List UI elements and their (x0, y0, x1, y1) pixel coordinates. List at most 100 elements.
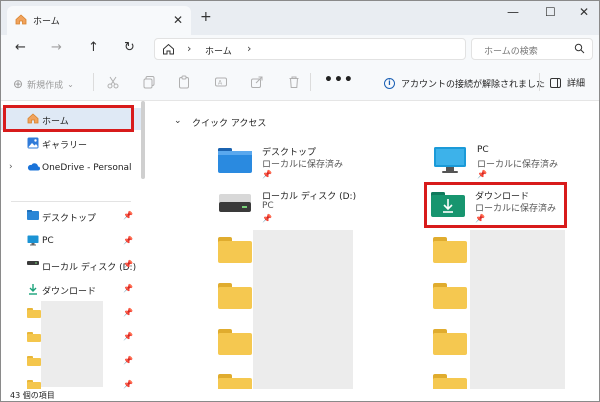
highlight-box (424, 182, 567, 228)
sidebar-item-label: デスクトップ (42, 214, 97, 224)
pin-icon: 📌 (477, 170, 487, 179)
address-bar[interactable]: › ホーム › (154, 38, 466, 60)
folder-icon[interactable] (433, 283, 467, 309)
pin-icon[interactable]: 📌 (123, 260, 133, 269)
sidebar-item-label: OneDrive - Personal (42, 163, 132, 173)
command-bar: ⊕ 新規作成 ⌄ A ••• i アカウントの接続が解除されました 詳細 (1, 63, 599, 101)
section-title[interactable]: クイック アクセス (192, 116, 266, 129)
pin-icon[interactable]: 📌 (123, 284, 133, 293)
breadcrumb-separator[interactable]: › (247, 42, 251, 55)
item-status: ローカルに保存済み (477, 160, 559, 170)
sidebar-item-desktop[interactable]: デスクトップ 📌 (1, 205, 141, 227)
sidebar-item-onedrive[interactable]: › OneDrive - Personal (1, 157, 141, 179)
paste-icon[interactable] (177, 75, 191, 89)
breadcrumb-separator[interactable]: › (187, 42, 191, 55)
account-notice[interactable]: i アカウントの接続が解除されました (384, 77, 545, 90)
folder-icon[interactable] (433, 329, 467, 355)
tab-title: ホーム (33, 17, 60, 27)
breadcrumb-home[interactable]: ホーム (205, 44, 232, 57)
item-status: PC (262, 201, 274, 211)
folder-icon[interactable] (218, 283, 252, 309)
sidebar-item-label: ローカル ディスク (D:) (42, 263, 137, 273)
search-input[interactable]: ホームの検索 (471, 38, 593, 60)
pc-icon (433, 146, 467, 179)
refresh-button[interactable]: ↻ (124, 40, 135, 55)
tab-close-icon[interactable]: ✕ (173, 13, 183, 27)
new-button[interactable]: ⊕ 新規作成 ⌄ (13, 77, 74, 91)
folder-icon[interactable] (218, 237, 252, 263)
sidebar-item-label: ギャラリー (42, 141, 88, 151)
tab-home[interactable]: ホーム ✕ (7, 6, 191, 35)
pc-icon (27, 235, 39, 249)
divider (93, 73, 94, 91)
plus-icon: ⊕ (13, 77, 24, 91)
home-icon (15, 13, 27, 28)
share-icon[interactable] (250, 75, 264, 89)
quick-access-pc[interactable]: PC ローカルに保存済み 📌 (433, 143, 599, 183)
pin-icon: 📌 (262, 170, 272, 179)
delete-icon[interactable] (287, 75, 301, 89)
pin-icon[interactable]: 📌 (123, 236, 133, 245)
folder-icon (27, 331, 41, 342)
navigation-pane: ホーム ギャラリー › OneDrive - Personal デスクトップ 📌 (1, 101, 148, 390)
quick-access-desktop[interactable]: デスクトップ ローカルに保存済み 📌 (218, 143, 398, 183)
minimize-button[interactable]: — (507, 5, 519, 19)
details-label: 詳細 (567, 79, 586, 89)
account-notice-text: アカウントの接続が解除されました (401, 80, 546, 90)
chevron-right-icon[interactable]: › (9, 162, 13, 172)
highlight-box (3, 105, 134, 132)
home-outline-icon[interactable] (162, 43, 175, 58)
details-button[interactable]: 詳細 (550, 76, 585, 89)
back-button[interactable]: ← (15, 40, 26, 55)
item-count: 43 個の項目 (10, 391, 55, 400)
close-button[interactable]: ✕ (579, 5, 589, 19)
pin-icon[interactable]: 📌 (123, 356, 133, 365)
folder-icon[interactable] (218, 329, 252, 355)
rename-icon[interactable]: A (214, 75, 228, 89)
cut-icon[interactable] (106, 75, 120, 89)
folder-icon (27, 355, 41, 366)
pin-icon[interactable]: 📌 (123, 211, 133, 220)
divider (310, 73, 311, 91)
drive-icon (218, 190, 252, 219)
search-placeholder: ホームの検索 (484, 47, 538, 57)
item-name: PC (477, 145, 489, 155)
forward-button[interactable]: → (51, 40, 62, 55)
new-tab-button[interactable]: + (200, 9, 212, 25)
onedrive-icon (27, 162, 40, 174)
item-name: ローカル ディスク (D:) (262, 192, 357, 202)
pin-icon[interactable]: 📌 (123, 380, 133, 389)
folder-icon (27, 307, 41, 318)
item-status: ローカルに保存済み (262, 160, 344, 170)
explorer-window: ホーム ✕ + — ☐ ✕ ← → ↑ ↻ › ホーム › ホームの検索 ⊕ 新… (0, 0, 600, 402)
chevron-down-icon: ⌄ (67, 79, 74, 89)
up-button[interactable]: ↑ (88, 40, 99, 55)
pin-icon[interactable]: 📌 (123, 332, 133, 341)
address-row: ← → ↑ ↻ › ホーム › ホームの検索 (1, 35, 599, 63)
divider (11, 201, 131, 202)
sidebar-item-label: ダウンロード (42, 287, 97, 297)
redacted-area (470, 230, 565, 389)
download-icon (27, 283, 39, 298)
sidebar-scrollbar[interactable] (141, 101, 145, 179)
title-bar: ホーム ✕ + — ☐ ✕ (1, 1, 599, 35)
content-area: ⌄ クイック アクセス デスクトップ ローカルに保存済み 📌 PC ローカルに保… (148, 101, 599, 400)
maximize-button[interactable]: ☐ (545, 5, 556, 19)
status-bar: 43 個の項目 (1, 389, 599, 401)
folder-icon[interactable] (433, 237, 467, 263)
quick-access-local-disk[interactable]: ローカル ディスク (D:) PC 📌 (218, 187, 398, 227)
redacted-area (253, 230, 353, 389)
chevron-down-icon[interactable]: ⌄ (174, 116, 182, 126)
copy-icon[interactable] (142, 75, 156, 89)
sidebar-item-gallery[interactable]: ギャラリー (1, 132, 141, 154)
desktop-folder-icon (27, 210, 39, 223)
sidebar-item-pc[interactable]: PC 📌 (1, 230, 141, 252)
sidebar-item-label: PC (42, 236, 54, 246)
sidebar-item-local-disk[interactable]: ローカル ディスク (D:) 📌 (1, 254, 141, 276)
divider (539, 73, 540, 91)
pin-icon[interactable]: 📌 (123, 308, 133, 317)
sidebar-item-downloads[interactable]: ダウンロード 📌 (1, 278, 141, 300)
gallery-icon (27, 137, 39, 152)
more-options-button[interactable]: ••• (324, 72, 354, 88)
redacted-area (41, 301, 103, 387)
